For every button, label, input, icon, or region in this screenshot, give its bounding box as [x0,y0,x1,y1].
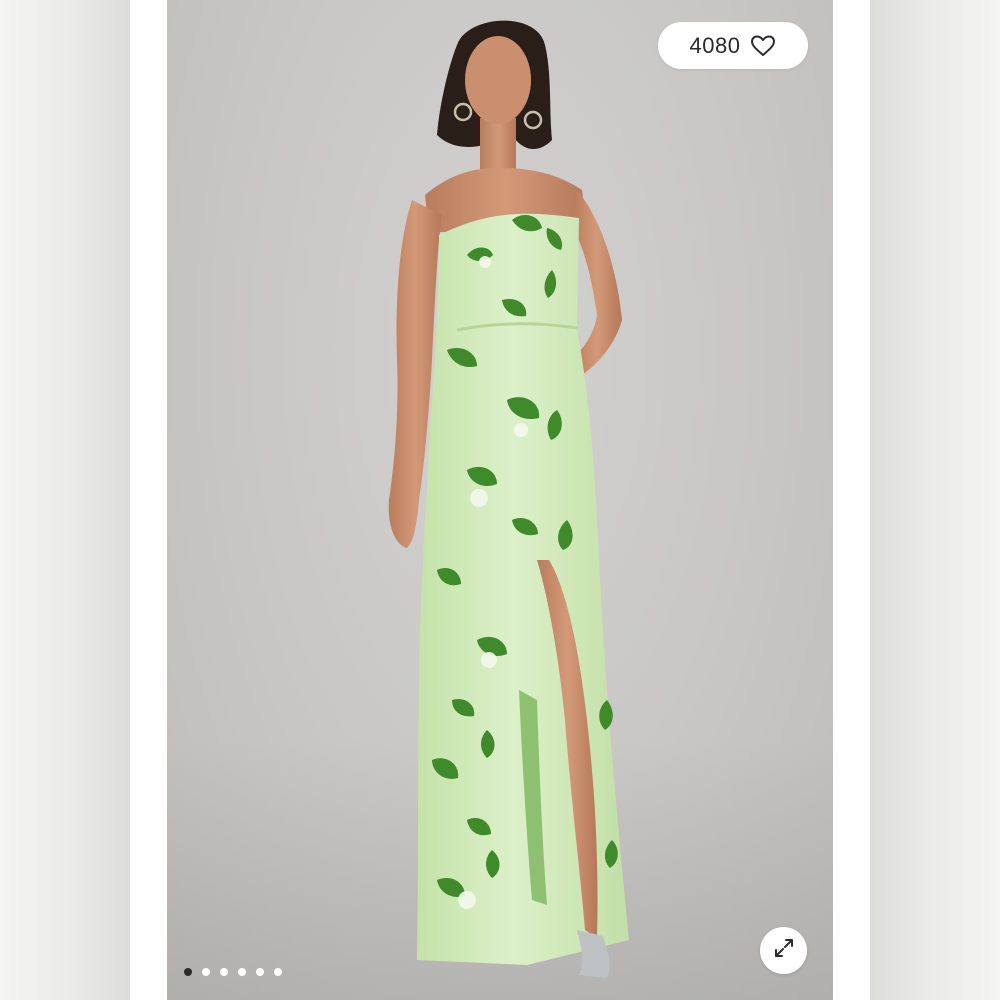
right-gutter [833,0,870,1000]
like-count: 4080 [689,32,741,58]
carousel-dot[interactable] [202,968,210,976]
carousel-dot[interactable] [256,968,264,976]
heart-outline-icon [750,34,776,58]
carousel-dot[interactable] [238,968,246,976]
carousel-dot[interactable] [274,968,282,976]
carousel-dot[interactable] [220,968,228,976]
carousel-dot[interactable] [184,968,192,976]
blurred-left-panel [0,0,130,1000]
expand-arrows-icon [772,936,796,965]
like-button[interactable]: 4080 [658,22,808,69]
blurred-right-panel [870,0,1000,1000]
listing-image-viewer: 4080 [0,0,1000,1000]
product-photo[interactable]: 4080 [167,0,833,1000]
expand-image-button[interactable] [760,927,807,974]
left-gutter [130,0,167,1000]
carousel-indicators [184,968,282,976]
model-in-green-floral-strapless-gown [388,20,629,978]
